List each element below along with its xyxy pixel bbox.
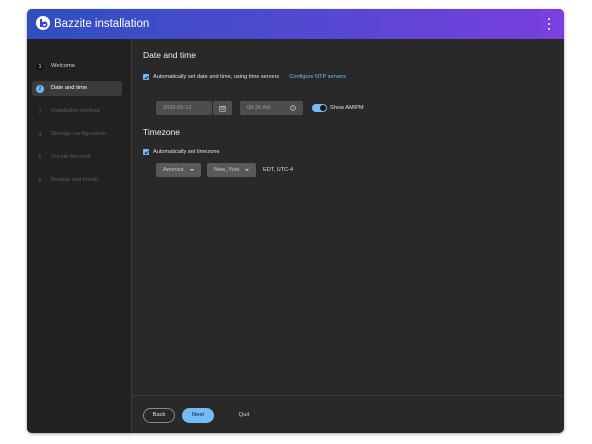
- region-select[interactable]: America: [156, 163, 201, 177]
- timezone-heading: Timezone: [143, 127, 181, 137]
- step-number: 3: [38, 108, 42, 115]
- auto-timezone-label: Automatically set timezone: [153, 149, 220, 155]
- step-welcome[interactable]: 1 Welcome: [32, 59, 122, 74]
- chevron-down-icon: [245, 169, 249, 171]
- step-date-and-time[interactable]: 2 Date and time: [32, 81, 122, 96]
- main-content: Date and time Automatically set date and…: [132, 39, 564, 395]
- step-label: Date and time: [51, 85, 88, 91]
- auto-datetime-checkbox[interactable]: [143, 74, 149, 80]
- step-number: 6: [38, 177, 42, 184]
- configure-ntp-link[interactable]: Configure NTP servers: [289, 74, 346, 80]
- datetime-heading: Date and time: [143, 50, 196, 60]
- region-value: America: [163, 167, 184, 173]
- step-label: Create Account: [51, 154, 91, 160]
- step-number: 1: [36, 62, 44, 71]
- step-create-account: 5 Create Account: [32, 150, 122, 165]
- calendar-button[interactable]: [213, 101, 232, 115]
- step-number: 5: [38, 154, 42, 161]
- step-number: 4: [38, 131, 42, 138]
- wizard-steps-nav: 1 Welcome 2 Date and time 3 Installation…: [27, 39, 132, 433]
- step-label: Review and install: [51, 177, 98, 183]
- city-value: New_York: [214, 167, 240, 173]
- auto-timezone-row: Automatically set timezone: [143, 149, 220, 155]
- kebab-menu-icon[interactable]: [546, 18, 552, 30]
- time-value: 08:36 AM: [247, 105, 271, 111]
- chevron-down-icon: [190, 169, 194, 171]
- checkmark-icon: [143, 150, 149, 154]
- time-input[interactable]: 08:36 AM: [240, 101, 303, 115]
- step-label: Installation method: [51, 108, 100, 114]
- step-label: Storage configuration: [51, 131, 107, 137]
- step-review-and-install: 6 Review and install: [32, 173, 122, 188]
- date-input[interactable]: 2026-05-12: [156, 101, 212, 115]
- auto-datetime-label: Automatically set date and time, using t…: [153, 74, 280, 80]
- back-button[interactable]: Back: [143, 408, 175, 423]
- calendar-icon: [219, 105, 226, 112]
- auto-datetime-row: Automatically set date and time, using t…: [143, 74, 346, 80]
- app-title: Bazzite installation: [54, 18, 150, 30]
- next-button[interactable]: Next: [182, 408, 214, 423]
- quit-button[interactable]: Quit: [232, 408, 256, 423]
- timezone-info: EDT, UTC-4: [263, 167, 294, 173]
- show-ampm-label: Show AM/PM: [330, 105, 364, 111]
- auto-timezone-checkbox[interactable]: [143, 149, 149, 155]
- step-storage-configuration: 4 Storage configuration: [32, 127, 122, 142]
- city-select[interactable]: New_York: [207, 163, 256, 177]
- checkmark-icon: [143, 75, 149, 79]
- bazzite-logo-icon: [36, 16, 50, 30]
- step-label: Welcome: [51, 63, 76, 69]
- step-number: 2: [36, 84, 44, 93]
- installer-window: Bazzite installation 1 Welcome 2 Date an…: [27, 9, 564, 433]
- app-header: Bazzite installation: [27, 9, 564, 39]
- toggle-knob: [320, 105, 326, 111]
- step-installation-method: 3 Installation method: [32, 104, 122, 119]
- clock-icon: [290, 105, 296, 111]
- wizard-footer: Back Next Quit: [132, 395, 564, 433]
- show-ampm-toggle[interactable]: [312, 104, 327, 112]
